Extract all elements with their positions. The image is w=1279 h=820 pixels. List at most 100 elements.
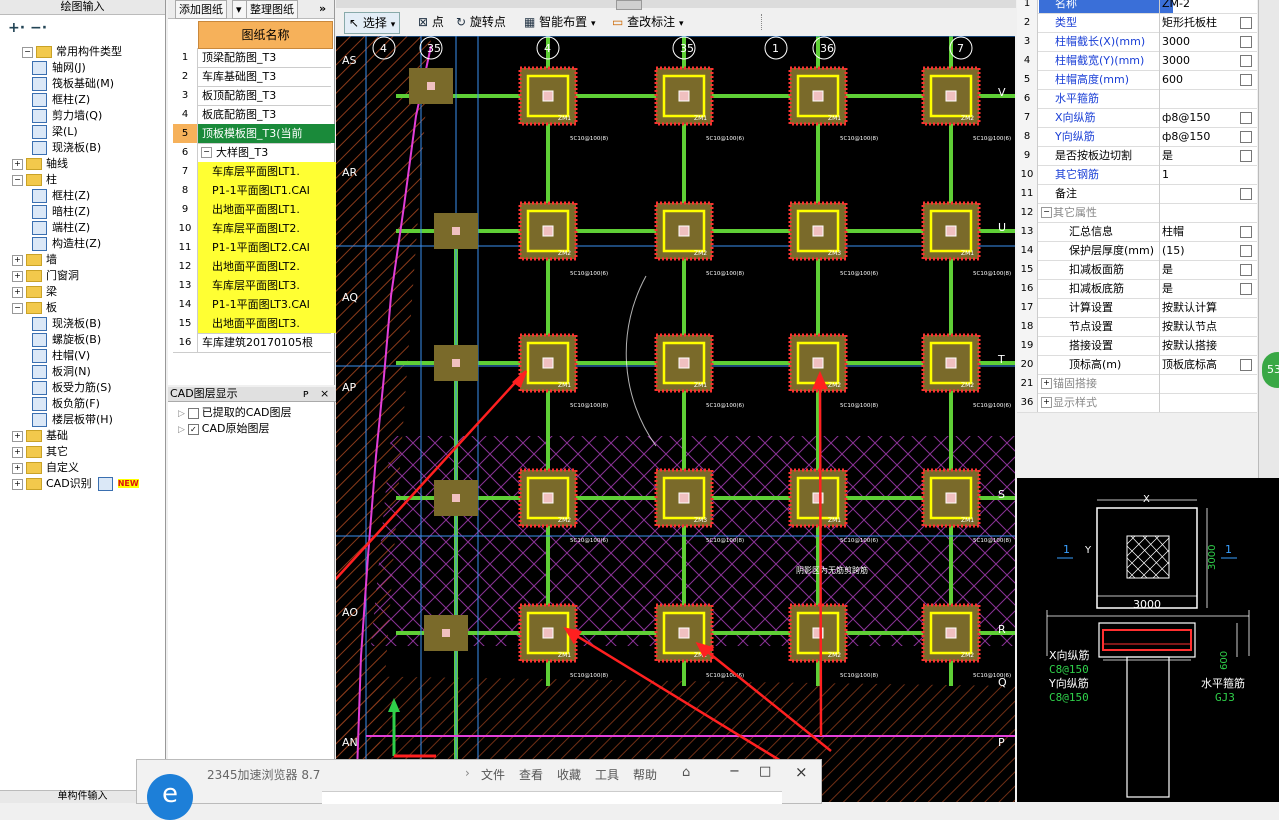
tree-item[interactable]: + 基础 (12, 428, 68, 444)
property-row[interactable]: 36 显示样式 + (1017, 393, 1257, 413)
tree-item[interactable]: 筏板基础(M) (32, 76, 114, 92)
drawing-row[interactable]: 1 顶梁配筋图_T3 (173, 48, 331, 68)
expand-toggle-icon[interactable]: + (12, 286, 23, 298)
tree-item[interactable]: − 柱 (12, 172, 57, 188)
property-row[interactable]: 7 X向纵筋 ф8@150 (1017, 108, 1257, 128)
collapse-toggle-icon[interactable]: − (22, 46, 33, 58)
tree-item[interactable]: 构造柱(Z) (32, 236, 101, 252)
property-value[interactable]: 是 (1159, 279, 1240, 298)
tree-item[interactable]: 现浇板(B) (32, 316, 101, 332)
tree-item[interactable]: 端柱(Z) (32, 220, 90, 236)
property-row[interactable]: 19 搭接设置 按默认搭接 (1017, 336, 1257, 356)
property-checkbox[interactable] (1240, 55, 1252, 67)
property-value[interactable]: ф8@150 (1159, 108, 1240, 127)
property-value[interactable]: 1 (1159, 165, 1240, 184)
organize-drawings-button[interactable]: 整理图纸 (246, 0, 298, 19)
layer-item-original[interactable]: ▷ ✓ CAD原始图层 (178, 421, 328, 437)
drawing-row[interactable]: 13 车库层平面图LT3. (173, 276, 345, 296)
property-row[interactable]: 10 其它钢筋 1 (1017, 165, 1257, 185)
browser-menu-item[interactable]: 收藏 (557, 766, 581, 783)
tree-item[interactable]: 板洞(N) (32, 364, 91, 380)
property-checkbox[interactable] (1240, 359, 1252, 371)
expand-toggle-icon[interactable]: + (12, 270, 23, 282)
maximize-button[interactable]: □ (759, 764, 771, 779)
property-checkbox[interactable] (1240, 131, 1252, 143)
tree-item[interactable]: 剪力墙(Q) (32, 108, 102, 124)
property-value[interactable] (1159, 203, 1240, 222)
property-checkbox[interactable] (1240, 17, 1252, 29)
property-value[interactable]: (15) (1159, 241, 1240, 260)
property-value[interactable]: 矩形托板柱 (1159, 13, 1240, 32)
property-row[interactable]: 20 顶标高(m) 顶板底标高 (1017, 355, 1257, 375)
expand-toggle-icon[interactable]: + (12, 462, 23, 474)
property-row[interactable]: 2 类型 矩形托板柱 (1017, 13, 1257, 33)
drawing-row[interactable]: 7 车库层平面图LT1. (173, 162, 345, 182)
layer-checkbox-original[interactable]: ✓ (187, 423, 199, 435)
address-bar[interactable] (322, 791, 782, 804)
drawing-row[interactable]: 4 板底配筋图_T3 (173, 105, 331, 125)
tree-item[interactable]: + 墙 (12, 252, 57, 268)
tree-item[interactable]: 板负筋(F) (32, 396, 100, 412)
tree-item[interactable]: 梁(L) (32, 124, 78, 140)
collapse-all-icon[interactable]: −∙ (30, 20, 47, 36)
property-value[interactable]: ф8@150 (1159, 127, 1240, 146)
tree-item[interactable]: 框柱(Z) (32, 188, 90, 204)
property-row[interactable]: 8 Y向纵筋 ф8@150 (1017, 127, 1257, 147)
property-row[interactable]: 5 柱帽高度(mm) 600 (1017, 70, 1257, 90)
browser-menu-item[interactable]: 文件 (481, 766, 505, 783)
property-checkbox[interactable] (1240, 245, 1252, 257)
property-value[interactable]: 按默认搭接 (1159, 336, 1240, 355)
property-checkbox[interactable] (1240, 226, 1252, 238)
expand-toggle-icon[interactable]: + (1041, 378, 1052, 389)
tree-item[interactable]: 现浇板(B) (32, 140, 101, 156)
tree-item[interactable]: + 门窗洞 (12, 268, 79, 284)
expand-toggle-icon[interactable]: + (12, 446, 23, 458)
property-checkbox[interactable] (1240, 36, 1252, 48)
property-row[interactable]: 21 锚固搭接 + (1017, 374, 1257, 394)
skin-icon[interactable]: ⌂ (682, 765, 690, 780)
rotate-point-button[interactable]: ↻ 旋转点 (456, 12, 506, 32)
property-value[interactable] (1159, 89, 1240, 108)
tree-item[interactable]: 楼层板带(H) (32, 412, 113, 428)
tree-item[interactable]: 螺旋板(B) (32, 332, 101, 348)
tree-item[interactable]: 轴网(J) (32, 60, 86, 76)
property-value[interactable]: 是 (1159, 146, 1240, 165)
property-row[interactable]: 13 汇总信息 柱帽 (1017, 222, 1257, 242)
cad-drawing[interactable]: ZM1 5C10@100(8) ZM1 5C10@100(6) ZM1 5C10@100(… (336, 36, 1015, 802)
browser-menu-item[interactable]: 工具 (595, 766, 619, 783)
tree-item[interactable]: − 常用构件类型 (22, 44, 122, 60)
browser-window[interactable]: e 2345加速浏览器 8.7 › 文件 查看 收藏 工具 帮助 ⌂ − □ × (136, 759, 822, 820)
property-value[interactable] (1159, 374, 1240, 393)
tree-item[interactable]: 框柱(Z) (32, 92, 90, 108)
property-value[interactable]: 3000 (1159, 51, 1240, 70)
browser-menu-item[interactable]: 查看 (519, 766, 543, 783)
property-value[interactable]: 3000 (1159, 32, 1240, 51)
tree-item[interactable]: + 自定义 (12, 460, 79, 476)
property-row[interactable]: 4 柱帽截宽(Y)(mm) 3000 (1017, 51, 1257, 71)
layer-item-extracted[interactable]: ▷ 已提取的CAD图层 (178, 405, 328, 421)
property-value[interactable]: 600 (1159, 70, 1240, 89)
property-checkbox[interactable] (1240, 264, 1252, 276)
tree-item[interactable]: 暗柱(Z) (32, 204, 90, 220)
drawing-row[interactable]: 16 车库建筑20170105根 (173, 333, 331, 353)
check-annotation-button[interactable]: ▭ 查改标注 ▾ (612, 12, 684, 32)
expand-toggle-icon[interactable]: + (1041, 397, 1052, 408)
cad-drawing-canvas[interactable]: ZM1 5C10@100(8) ZM1 5C10@100(6) ZM1 5C10@100(… (336, 36, 1015, 802)
property-checkbox[interactable] (1240, 112, 1252, 124)
property-value[interactable]: 顶板底标高 (1159, 355, 1240, 374)
drawing-row[interactable]: 15 出地面平面图LT3. (173, 314, 345, 334)
tree-item[interactable]: + 其它 (12, 444, 68, 460)
tree-item[interactable]: 柱帽(V) (32, 348, 90, 364)
tree-item[interactable]: 板受力筋(S) (32, 380, 112, 396)
property-row[interactable]: 11 备注 (1017, 184, 1257, 204)
layer-checkbox-extracted[interactable] (187, 407, 199, 419)
property-checkbox[interactable] (1240, 188, 1252, 200)
drawing-row[interactable]: 11 P1-1平面图LT2.CAI (173, 238, 345, 258)
property-row[interactable]: 16 扣减板底筋是 (1017, 279, 1257, 299)
drawing-row[interactable]: 5 顶板模板图_T3(当前 (173, 124, 335, 144)
drawing-row[interactable]: 9 出地面平面图LT1. (173, 200, 345, 220)
drawing-row[interactable]: 8 P1-1平面图LT1.CAI (173, 181, 345, 201)
smart-layout-button[interactable]: ▦ 智能布置 ▾ (524, 12, 596, 32)
property-checkbox[interactable] (1240, 283, 1252, 295)
tree-item[interactable]: + 梁 (12, 284, 57, 300)
